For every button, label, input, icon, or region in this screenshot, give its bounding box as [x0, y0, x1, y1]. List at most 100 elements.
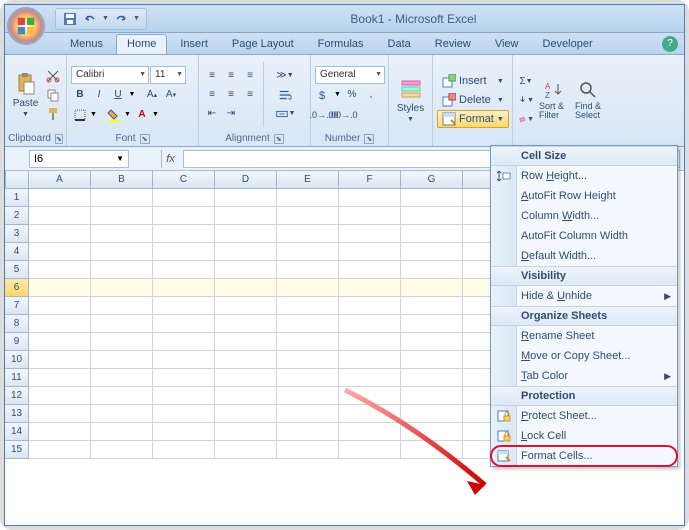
cell-C7[interactable] [153, 297, 215, 315]
cell-F1[interactable] [339, 189, 401, 207]
cell-C6[interactable] [153, 279, 215, 297]
merge-button[interactable]: ▼ [268, 105, 302, 123]
cell-E13[interactable] [277, 405, 339, 423]
cell-B13[interactable] [91, 405, 153, 423]
cell-B7[interactable] [91, 297, 153, 315]
cell-D10[interactable] [215, 351, 277, 369]
cell-B11[interactable] [91, 369, 153, 387]
cell-A6[interactable] [29, 279, 91, 297]
autosum-button[interactable]: Σ▼ [517, 72, 535, 90]
col-header-C[interactable]: C [153, 171, 215, 189]
row-header-15[interactable]: 15 [5, 441, 29, 459]
cell-A9[interactable] [29, 333, 91, 351]
cell-C13[interactable] [153, 405, 215, 423]
cell-B6[interactable] [91, 279, 153, 297]
cell-A14[interactable] [29, 423, 91, 441]
cell-C2[interactable] [153, 207, 215, 225]
cell-C14[interactable] [153, 423, 215, 441]
tab-review[interactable]: Review [424, 34, 482, 54]
cell-C10[interactable] [153, 351, 215, 369]
cell-E1[interactable] [277, 189, 339, 207]
row-header-3[interactable]: 3 [5, 225, 29, 243]
align-top-button[interactable]: ≡ [203, 67, 221, 85]
cell-A4[interactable] [29, 243, 91, 261]
cell-A11[interactable] [29, 369, 91, 387]
cell-B14[interactable] [91, 423, 153, 441]
cell-G9[interactable] [401, 333, 463, 351]
tab-home[interactable]: Home [116, 34, 167, 54]
comma-button[interactable]: , [362, 86, 380, 104]
alignment-launcher[interactable]: ⬊ [274, 134, 284, 144]
cell-C9[interactable] [153, 333, 215, 351]
menu-item-tab-color[interactable]: Tab Color▶ [491, 366, 677, 386]
wrap-text-button[interactable] [268, 86, 302, 104]
insert-cells-button[interactable]: Insert▼ [437, 72, 509, 90]
cell-B8[interactable] [91, 315, 153, 333]
cell-G7[interactable] [401, 297, 463, 315]
cell-G6[interactable] [401, 279, 463, 297]
cell-D8[interactable] [215, 315, 277, 333]
row-header-12[interactable]: 12 [5, 387, 29, 405]
cell-E4[interactable] [277, 243, 339, 261]
select-all-corner[interactable] [5, 171, 29, 189]
col-header-F[interactable]: F [339, 171, 401, 189]
cell-D4[interactable] [215, 243, 277, 261]
cell-F6[interactable] [339, 279, 401, 297]
office-button[interactable] [7, 7, 45, 45]
col-header-A[interactable]: A [29, 171, 91, 189]
cell-B15[interactable] [91, 441, 153, 459]
cell-E11[interactable] [277, 369, 339, 387]
cell-E9[interactable] [277, 333, 339, 351]
save-icon[interactable] [62, 11, 78, 27]
col-header-G[interactable]: G [401, 171, 463, 189]
row-header-14[interactable]: 14 [5, 423, 29, 441]
cell-F2[interactable] [339, 207, 401, 225]
cell-A3[interactable] [29, 225, 91, 243]
cell-G13[interactable] [401, 405, 463, 423]
menu-item-default-width[interactable]: Default Width... [491, 246, 677, 266]
number-format-combo[interactable]: General▼ [315, 66, 385, 84]
row-header-1[interactable]: 1 [5, 189, 29, 207]
cell-C5[interactable] [153, 261, 215, 279]
cell-E14[interactable] [277, 423, 339, 441]
row-header-13[interactable]: 13 [5, 405, 29, 423]
fill-button[interactable]: ▼ [517, 91, 535, 109]
border-button[interactable] [71, 106, 89, 124]
cell-G1[interactable] [401, 189, 463, 207]
cell-C4[interactable] [153, 243, 215, 261]
bold-button[interactable]: B [71, 86, 89, 104]
cut-button[interactable] [44, 67, 62, 85]
cell-F8[interactable] [339, 315, 401, 333]
decrease-indent-button[interactable]: ⇤ [203, 105, 221, 123]
clear-button[interactable]: ▼ [517, 110, 535, 128]
menu-item-protect-sheet[interactable]: Protect Sheet... [491, 406, 677, 426]
row-header-10[interactable]: 10 [5, 351, 29, 369]
cell-D14[interactable] [215, 423, 277, 441]
cell-F7[interactable] [339, 297, 401, 315]
cell-E7[interactable] [277, 297, 339, 315]
cell-B4[interactable] [91, 243, 153, 261]
cell-G11[interactable] [401, 369, 463, 387]
cell-F15[interactable] [339, 441, 401, 459]
cell-G3[interactable] [401, 225, 463, 243]
cell-B3[interactable] [91, 225, 153, 243]
accounting-button[interactable]: $ [315, 86, 333, 104]
decrease-decimal-button[interactable]: .00→.0 [334, 106, 352, 124]
cell-A10[interactable] [29, 351, 91, 369]
col-header-D[interactable]: D [215, 171, 277, 189]
font-launcher[interactable]: ⬊ [140, 134, 150, 144]
cell-D3[interactable] [215, 225, 277, 243]
cell-D9[interactable] [215, 333, 277, 351]
tab-menus[interactable]: Menus [59, 34, 114, 54]
cell-C15[interactable] [153, 441, 215, 459]
menu-item-lock-cell[interactable]: Lock Cell [491, 426, 677, 446]
cell-F9[interactable] [339, 333, 401, 351]
row-header-6[interactable]: 6 [5, 279, 29, 297]
fx-button[interactable]: fx [161, 150, 179, 168]
clipboard-launcher[interactable]: ⬊ [55, 134, 63, 144]
cell-B5[interactable] [91, 261, 153, 279]
font-name-combo[interactable]: Calibri▼ [71, 66, 149, 84]
row-header-7[interactable]: 7 [5, 297, 29, 315]
cell-B9[interactable] [91, 333, 153, 351]
orientation-button[interactable]: ≫▼ [268, 67, 302, 85]
